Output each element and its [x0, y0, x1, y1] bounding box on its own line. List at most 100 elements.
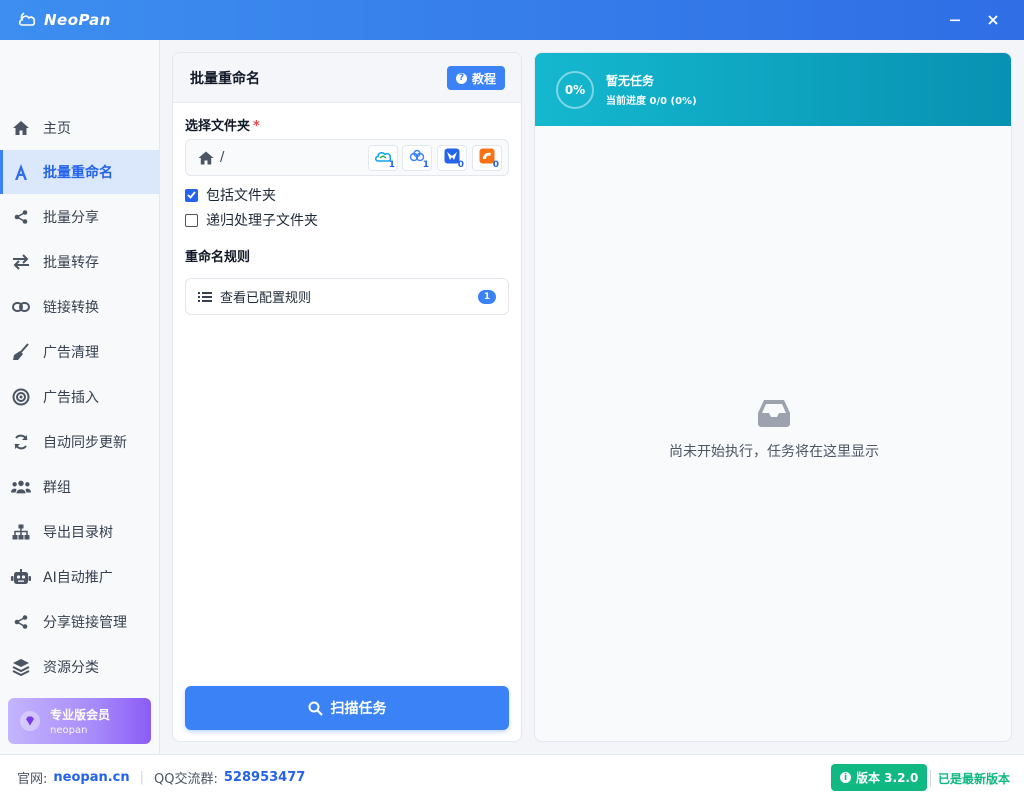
task-header: 0% 暂无任务 当前进度 0/0 (0%)	[535, 53, 1011, 126]
rules-title: 重命名规则	[185, 250, 251, 265]
pro-member-card[interactable]: 专业版会员 neopan	[8, 698, 151, 744]
sidebar-item-batch-transfer[interactable]: 批量转存	[0, 240, 159, 284]
close-button[interactable]	[970, 0, 1016, 40]
cloud-logo-icon	[18, 10, 38, 30]
sidebar-item-label: 群组	[43, 480, 71, 496]
tutorial-label: 教程	[471, 71, 496, 86]
sidebar-item-export-tree[interactable]: 导出目录树	[0, 510, 159, 554]
sidebar-item-auto-sync[interactable]: 自动同步更新	[0, 420, 159, 464]
drive-button-2[interactable]: 1	[402, 145, 432, 171]
search-icon	[308, 701, 323, 716]
tutorial-button[interactable]: ? 教程	[446, 66, 505, 90]
share-icon	[11, 207, 31, 227]
progress-ring: 0%	[556, 70, 594, 109]
sidebar-item-batch-rename[interactable]: 批量重命名	[0, 150, 159, 194]
recursive-label: 递归处理子文件夹	[206, 213, 318, 229]
drive-button-4[interactable]: 0	[472, 145, 502, 171]
sidebar-item-label: 链接转换	[43, 300, 99, 316]
recursive-checkbox[interactable]: 递归处理子文件夹	[185, 210, 318, 230]
version-badge[interactable]: i 版本 3.2.0	[831, 764, 928, 791]
sidebar: 主页 批量重命名 批量分享 批量转存 链接转换 广告清理 广告插入 自动同步更新…	[0, 40, 160, 754]
folder-selector[interactable]: / 1 1 0 0	[185, 139, 509, 176]
task-status: 暂无任务	[606, 74, 655, 88]
list-icon	[198, 290, 212, 304]
panel-header: 批量重命名 ? 教程	[173, 53, 521, 103]
folder-label: 选择文件夹 *	[185, 115, 260, 134]
pro-title: 专业版会员	[50, 708, 111, 722]
sidebar-item-link-convert[interactable]: 链接转换	[0, 285, 159, 329]
transfer-icon	[11, 252, 31, 272]
robot-icon	[11, 567, 31, 587]
empty-message: 尚未开始执行，任务将在这里显示	[669, 444, 879, 460]
share-icon	[11, 612, 31, 632]
sidebar-item-label: 导出目录树	[43, 525, 113, 541]
drive-count: 0	[457, 160, 464, 170]
info-icon: i	[840, 772, 851, 783]
target-icon	[11, 387, 31, 407]
sidebar-item-resource-category[interactable]: 资源分类	[0, 645, 159, 689]
inbox-icon	[757, 398, 791, 428]
sidebar-item-batch-share[interactable]: 批量分享	[0, 195, 159, 239]
panel-title: 批量重命名	[190, 70, 260, 87]
sidebar-item-label: 广告清理	[43, 345, 99, 361]
site-label: 官网:	[17, 771, 48, 787]
drive-count: 1	[422, 160, 429, 170]
qq-label: QQ交流群:	[154, 771, 218, 787]
sidebar-item-ad-insert[interactable]: 广告插入	[0, 375, 159, 419]
sidebar-item-label: 广告插入	[43, 390, 99, 406]
include-folders-label: 包括文件夹	[206, 188, 276, 204]
sidebar-item-home[interactable]: 主页	[0, 106, 159, 150]
drive-count: 0	[492, 160, 499, 170]
drive-count: 1	[388, 160, 395, 170]
layers-icon	[11, 657, 31, 677]
sidebar-item-label: 资源分类	[43, 660, 99, 676]
gem-icon	[20, 711, 40, 731]
footer: 官网: neopan.cn | QQ交流群: 528953477 i 版本 3.…	[0, 754, 1024, 799]
divider: |	[139, 769, 145, 785]
home-icon[interactable]	[198, 150, 214, 166]
empty-state: 尚未开始执行，任务将在这里显示	[535, 398, 1011, 461]
sidebar-item-ad-clean[interactable]: 广告清理	[0, 330, 159, 374]
title-bar: NeoPan	[0, 0, 1024, 40]
sidebar-item-label: 批量重命名	[43, 165, 113, 181]
sidebar-item-ai-promote[interactable]: AI自动推广	[0, 555, 159, 599]
task-progress-text: 当前进度 0/0 (0%)	[606, 96, 697, 107]
sidebar-item-label: 自动同步更新	[43, 435, 127, 451]
version-label: 版本 3.2.0	[856, 771, 919, 785]
broom-icon	[11, 342, 31, 362]
folder-label-text: 选择文件夹	[185, 119, 251, 134]
font-a-icon	[11, 162, 31, 182]
question-icon: ?	[455, 72, 467, 84]
sidebar-item-label: 批量转存	[43, 255, 99, 271]
app-title: NeoPan	[44, 11, 111, 29]
sitemap-icon	[11, 522, 31, 542]
sync-icon	[11, 432, 31, 452]
checkbox-unchecked[interactable]	[185, 213, 198, 227]
task-panel: 0% 暂无任务 当前进度 0/0 (0%) 尚未开始执行，任务将在这里显示	[534, 52, 1012, 742]
folder-path: /	[220, 150, 225, 165]
required-mark: *	[253, 119, 260, 134]
batch-rename-panel: 批量重命名 ? 教程 选择文件夹 * / 1 1 0 0 包括文件夹 递归处理子…	[172, 52, 522, 742]
sidebar-item-label: 分享链接管理	[43, 615, 127, 631]
scan-task-label: 扫描任务	[330, 701, 387, 717]
scan-task-button[interactable]: 扫描任务	[185, 686, 509, 730]
home-icon	[11, 118, 31, 138]
sidebar-item-groups[interactable]: 群组	[0, 465, 159, 509]
drive-button-3[interactable]: 0	[437, 145, 467, 171]
sidebar-item-share-links[interactable]: 分享链接管理	[0, 600, 159, 644]
view-rules-label: 查看已配置规则	[220, 291, 312, 306]
users-icon	[11, 477, 31, 497]
link-icon	[11, 297, 31, 317]
sidebar-item-label: 主页	[43, 121, 71, 137]
pro-subtitle: neopan	[50, 725, 88, 736]
qq-group-number[interactable]: 528953477	[224, 770, 305, 785]
sidebar-item-label: 批量分享	[43, 210, 99, 226]
latest-status: 已是最新版本	[930, 770, 1010, 787]
view-rules-button[interactable]: 查看已配置规则 1	[185, 278, 509, 315]
site-link[interactable]: neopan.cn	[53, 770, 129, 785]
checkbox-checked[interactable]	[185, 188, 198, 202]
sidebar-item-label: AI自动推广	[43, 570, 113, 586]
include-folders-checkbox[interactable]: 包括文件夹	[185, 185, 276, 205]
drive-button-1[interactable]: 1	[368, 145, 398, 171]
rules-count-badge: 1	[478, 290, 496, 304]
